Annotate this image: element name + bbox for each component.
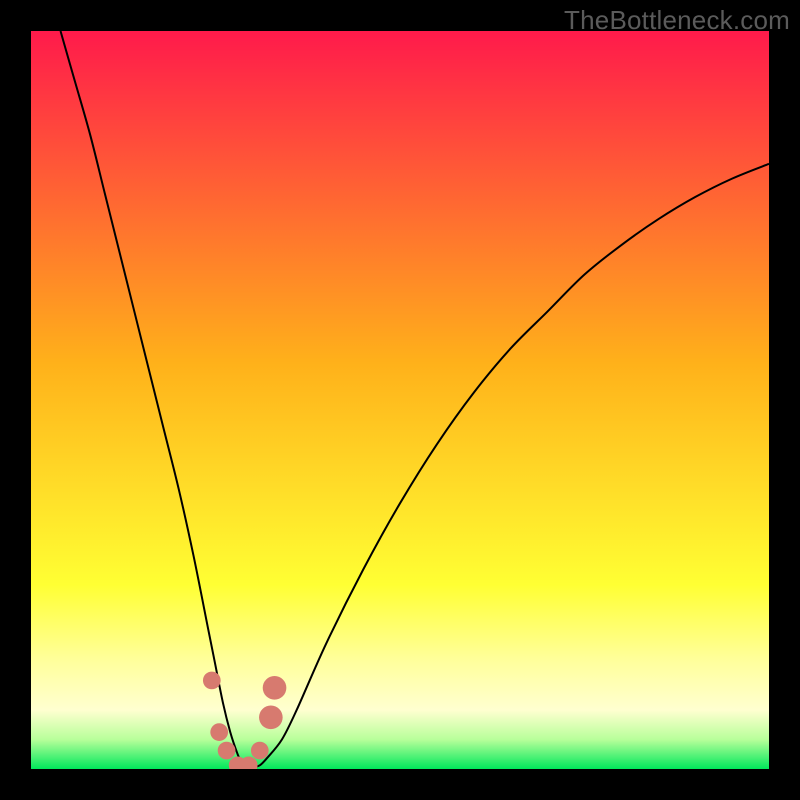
curve-marker bbox=[218, 742, 236, 760]
plot-area bbox=[31, 31, 769, 769]
curve-marker bbox=[263, 676, 287, 700]
curve-marker bbox=[203, 672, 221, 690]
curve-marker bbox=[259, 706, 283, 730]
watermark-text: TheBottleneck.com bbox=[564, 5, 790, 36]
chart-canvas bbox=[31, 31, 769, 769]
gradient-background bbox=[31, 31, 769, 769]
chart-frame: TheBottleneck.com bbox=[0, 0, 800, 800]
curve-marker bbox=[251, 742, 269, 760]
curve-marker bbox=[210, 723, 228, 741]
